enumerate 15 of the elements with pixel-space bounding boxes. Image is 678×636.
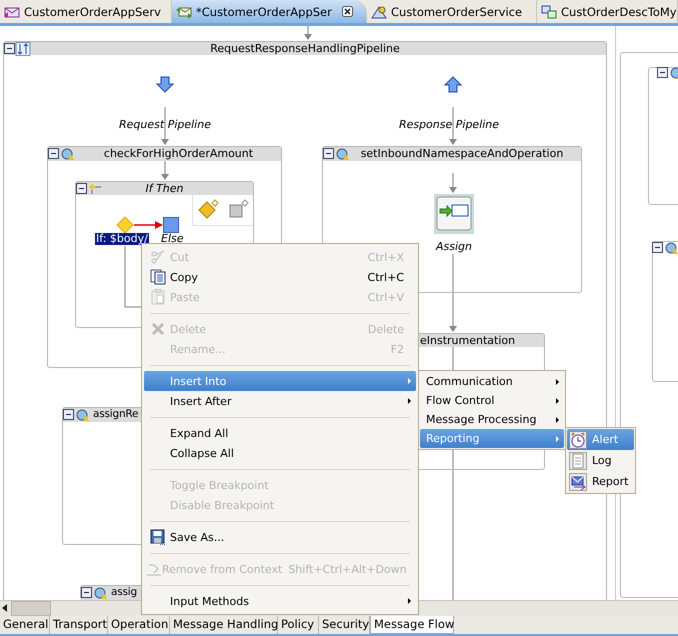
stage-title: eInstrumentation: [419, 334, 516, 347]
stage-title: checkForHighOrderAmount: [102, 147, 254, 160]
stage-title: assignRe: [92, 408, 138, 421]
stage-title: setInboundNamespaceAndOperation: [360, 147, 564, 160]
tab-label: CustomerOrderAppServ: [24, 4, 161, 18]
response-pipeline-label: Response Pipeline: [398, 118, 500, 131]
if-then-title: If Then: [144, 182, 185, 195]
pipeline-title: RequestResponseHandlingPipeline: [210, 42, 400, 55]
else-label: Else: [161, 233, 184, 245]
tab-label: CustomerOrderService: [391, 4, 522, 18]
stage-title: assig: [110, 586, 137, 599]
assign-label: Assign: [436, 240, 472, 253]
request-pipeline-label: Request Pipeline: [118, 118, 212, 131]
tab-label: CustOrderDescToMy: [561, 4, 677, 18]
tab-label: *CustomerOrderAppSer: [196, 4, 332, 18]
